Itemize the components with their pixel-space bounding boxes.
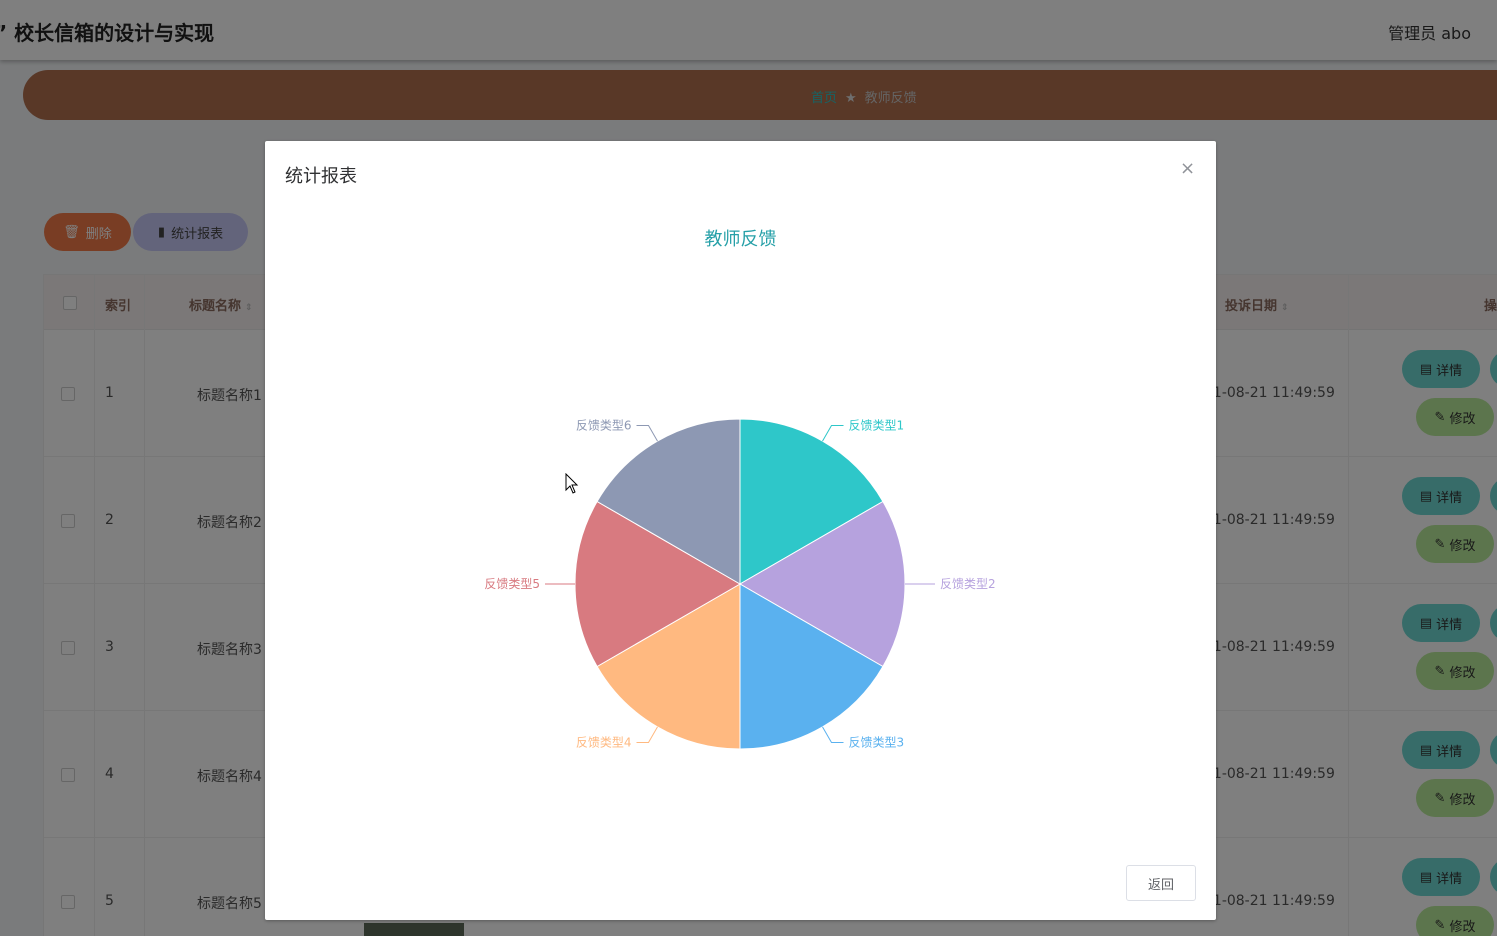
pie-slice-label: 反馈类型4 — [576, 735, 632, 749]
pie-chart: 反馈类型1 反馈类型2 反馈类型3 反馈类型4 反馈类型5 反馈类型6 — [484, 418, 996, 750]
pie-slice-label: 反馈类型6 — [576, 419, 632, 433]
stats-report-dialog: 统计报表 × 教师反馈 反馈类型1 反馈类型2 反馈类型3 反馈类型4 反馈类型5 反馈类… — [265, 141, 1216, 920]
pie-label-line — [636, 726, 658, 743]
pie-label-line — [636, 425, 658, 442]
pie-slice-label: 反馈类型1 — [849, 419, 905, 433]
pie-label-line — [822, 425, 844, 442]
pie-slice-label: 反馈类型3 — [849, 735, 905, 749]
back-button[interactable]: 返回 — [1126, 865, 1196, 901]
pie-label-line — [822, 726, 844, 743]
mouse-cursor-icon — [565, 473, 579, 494]
pie-slice-label: 反馈类型5 — [484, 577, 540, 591]
pie-slice-label: 反馈类型2 — [940, 577, 996, 591]
